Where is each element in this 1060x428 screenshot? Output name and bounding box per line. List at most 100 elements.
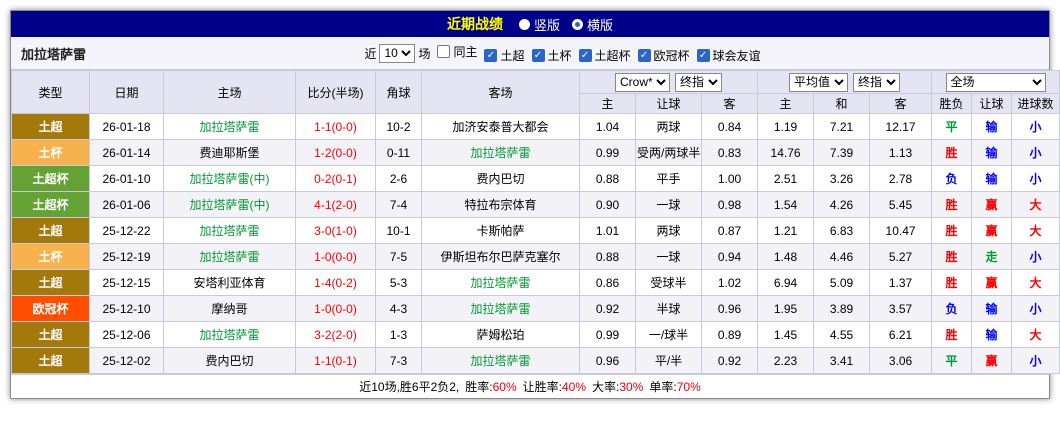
checkbox-checked-icon[interactable]: ✓ <box>578 48 592 62</box>
asian-handicap: 平/半 <box>635 347 702 374</box>
asian-home-odds: 0.99 <box>579 321 636 348</box>
score: 1-1(0-1) <box>295 347 376 374</box>
recent-results-panel: 近期战绩 竖版 横版 加拉塔萨雷 近 10 场 同主 ✓ 土超 ✓ 土杯 ✓ 土超杯 ✓ 欧冠杯… <box>10 10 1060 399</box>
checkbox-checked-icon[interactable]: ✓ <box>696 48 710 62</box>
filter-checkbox[interactable]: ✓ 土超杯 <box>578 47 631 64</box>
checkbox-unchecked-icon[interactable] <box>437 44 451 58</box>
away-team: 费内巴切 <box>421 165 580 192</box>
asian-home-odds: 0.90 <box>579 191 636 218</box>
away-team: 加拉塔萨雷 <box>421 269 580 296</box>
odds-time-select[interactable]: 终指 <box>675 72 723 92</box>
home-team: 加拉塔萨雷 <box>163 217 296 244</box>
corner-score: 2-6 <box>375 165 422 192</box>
asian-handicap: 受两/两球半 <box>635 139 702 166</box>
asian-handicap: 受球半 <box>635 269 702 296</box>
table-row: 欧冠杯 25-12-10 摩纳哥 1-0(0-0) 4-3 加拉塔萨雷 0.92… <box>11 295 1060 322</box>
filter-checkbox[interactable]: ✓ 土超 <box>484 47 525 64</box>
topbar: 近期战绩 竖版 横版 <box>11 11 1049 37</box>
home-team: 加拉塔萨雷(中) <box>163 165 296 192</box>
euro-away-odds: 6.21 <box>869 321 933 348</box>
filter-checkbox[interactable]: 同主 <box>437 43 477 60</box>
corner-score: 10-2 <box>375 113 422 140</box>
home-team: 加拉塔萨雷 <box>163 321 296 348</box>
result-cell: 平 <box>931 347 973 374</box>
asian-handicap: 两球 <box>635 113 702 140</box>
corner-score: 10-1 <box>375 217 422 244</box>
checkbox-label: 欧冠杯 <box>653 48 690 63</box>
home-team: 费内巴切 <box>163 347 296 374</box>
match-date: 25-12-22 <box>89 217 164 244</box>
euro-draw-odds: 7.21 <box>813 113 871 140</box>
layout-horizontal-radio[interactable]: 横版 <box>572 15 613 34</box>
handicap-result-cell: 输 <box>971 321 1013 348</box>
match-date: 25-12-10 <box>89 295 164 322</box>
away-team: 加拉塔萨雷 <box>421 295 580 322</box>
euro-draw-odds: 4.55 <box>813 321 871 348</box>
table-row: 土超 25-12-06 加拉塔萨雷 3-2(2-0) 1-3 萨姆松珀 0.99… <box>11 321 1060 348</box>
home-team: 摩纳哥 <box>163 295 296 322</box>
asian-away-odds: 0.98 <box>700 191 759 218</box>
home-team: 加拉塔萨雷 <box>163 243 296 270</box>
filter-checkbox[interactable]: ✓ 球会友谊 <box>696 47 761 64</box>
asian-home-odds: 1.01 <box>579 217 636 244</box>
euro-home-odds: 2.23 <box>757 347 815 374</box>
recent-count-select[interactable]: 10 <box>379 43 416 63</box>
radio-icon[interactable] <box>518 18 530 30</box>
goals-cell: 小 <box>1011 165 1060 192</box>
odds-company-select[interactable]: Crow* <box>615 72 671 92</box>
asian-handicap: 半球 <box>635 295 702 322</box>
checkbox-checked-icon[interactable]: ✓ <box>637 48 651 62</box>
handicap-result-cell: 赢 <box>971 269 1013 296</box>
table-row: 土超 25-12-02 费内巴切 1-1(0-1) 7-3 加拉塔萨雷 0.96… <box>11 347 1060 374</box>
goals-cell: 小 <box>1011 113 1060 140</box>
radio-label-text: 横版 <box>587 17 614 33</box>
filter-checkbox[interactable]: ✓ 欧冠杯 <box>637 47 690 64</box>
asian-handicap: 平手 <box>635 165 702 192</box>
asian-away-odds: 1.02 <box>700 269 759 296</box>
match-date: 26-01-06 <box>89 191 164 218</box>
checkbox-checked-icon[interactable]: ✓ <box>484 48 498 62</box>
euro-home-odds: 1.19 <box>757 113 815 140</box>
win-rate-stat: 胜率:60% <box>465 380 517 394</box>
league-badge: 土超 <box>11 113 90 140</box>
col-header-euro-home: 主 <box>757 93 815 114</box>
corner-score: 7-5 <box>375 243 422 270</box>
euro-avg-select[interactable]: 平均值 <box>789 72 849 92</box>
goals-cell: 大 <box>1011 217 1060 244</box>
league-badge: 土超杯 <box>11 165 90 192</box>
checkbox-checked-icon[interactable]: ✓ <box>531 48 545 62</box>
result-cell: 胜 <box>931 269 973 296</box>
filter-checkbox[interactable]: ✓ 土杯 <box>531 47 572 64</box>
summary-footer: 近10场,胜6平2负2, 胜率:60% 让胜率:40% 大率:30% 单率:70… <box>11 374 1049 398</box>
score: 1-0(0-0) <box>295 295 376 322</box>
filterbar: 加拉塔萨雷 近 10 场 同主 ✓ 土超 ✓ 土杯 ✓ 土超杯 ✓ 欧冠杯 ✓ 球会友谊 <box>11 37 1049 70</box>
home-team: 费迪耶斯堡 <box>163 139 296 166</box>
panel-title: 近期战绩 <box>446 16 503 32</box>
col-header-date: 日期 <box>89 70 164 114</box>
match-date: 25-12-15 <box>89 269 164 296</box>
col-header-score: 比分(半场) <box>295 70 376 114</box>
asian-home-odds: 0.99 <box>579 139 636 166</box>
asian-away-odds: 0.83 <box>700 139 759 166</box>
corner-score: 4-3 <box>375 295 422 322</box>
league-badge: 土超 <box>11 321 90 348</box>
league-badge: 土超 <box>11 217 90 244</box>
euro-away-odds: 5.27 <box>869 243 933 270</box>
euro-time-select[interactable]: 终指 <box>853 72 901 92</box>
handicap-win-rate-stat: 让胜率:40% <box>522 380 587 394</box>
league-badge: 土超杯 <box>11 191 90 218</box>
handicap-result-cell: 赢 <box>971 217 1013 244</box>
layout-vertical-radio[interactable]: 竖版 <box>518 15 560 34</box>
radio-icon-selected[interactable] <box>572 18 583 30</box>
euro-home-odds: 1.48 <box>757 243 815 270</box>
handicap-result-cell: 输 <box>971 295 1013 322</box>
scope-select[interactable]: 全场 <box>945 72 1046 92</box>
table-row: 土超 25-12-22 加拉塔萨雷 3-0(1-0) 10-1 卡斯帕萨 1.0… <box>11 217 1060 244</box>
corner-score: 1-3 <box>375 321 422 348</box>
score: 0-2(0-1) <box>295 165 376 192</box>
match-date: 25-12-02 <box>89 347 164 374</box>
score: 1-2(0-0) <box>295 139 376 166</box>
result-cell: 胜 <box>931 217 973 244</box>
euro-draw-odds: 7.39 <box>813 139 871 166</box>
euro-draw-odds: 3.26 <box>813 165 871 192</box>
